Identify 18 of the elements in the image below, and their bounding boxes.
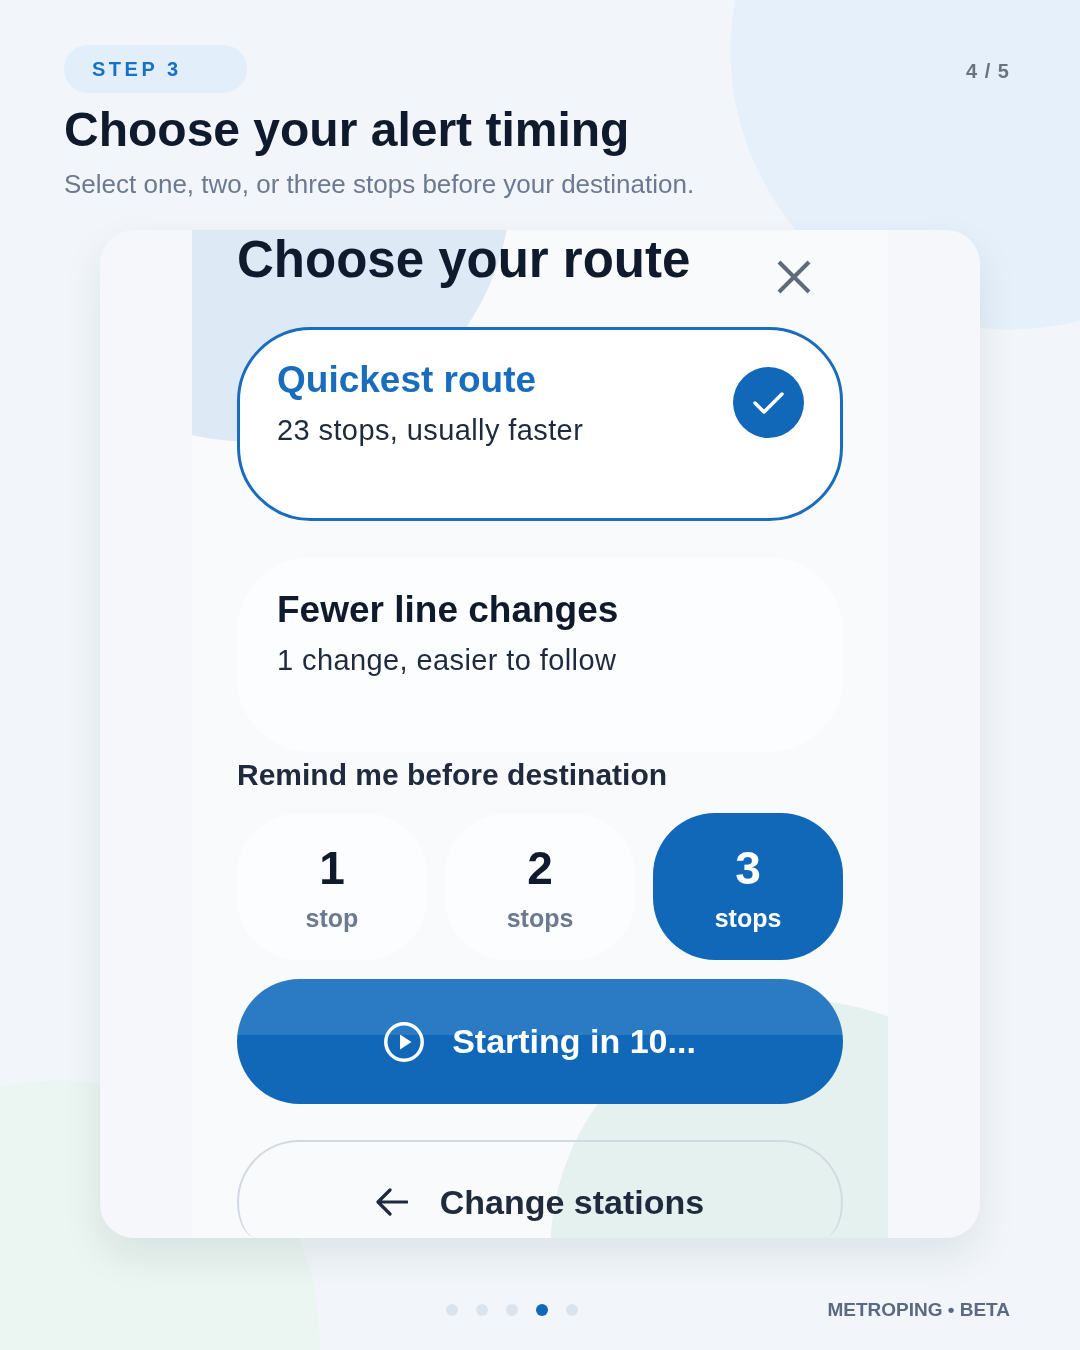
reminder-label: Remind me before destination [237, 758, 669, 792]
stop-count-option[interactable]: 2 stops [445, 813, 635, 960]
dialog-title: Choose your route [237, 230, 691, 290]
play-icon [384, 1021, 425, 1062]
stop-count-option[interactable]: 3 stops [653, 813, 843, 960]
page-title: Choose your alert timing [64, 102, 631, 158]
close-icon [776, 259, 812, 295]
route-option[interactable]: Quickest route 23 stops, usually faster [237, 327, 843, 521]
page-subtitle: Select one, two, or three stops before your destination. [64, 169, 696, 199]
route-option[interactable]: Fewer line changes 1 change, easier to follow [237, 557, 843, 752]
close-button[interactable] [776, 259, 812, 295]
page-counter: 4 / 5 [966, 58, 1010, 83]
check-icon [733, 367, 804, 438]
stop-count-option[interactable]: 1 stop [237, 813, 427, 960]
brand-label: METROPING • BETA [827, 1299, 1010, 1321]
step-badge: STEP 3 [64, 45, 247, 93]
back-arrow-icon [375, 1188, 408, 1216]
start-button[interactable]: Starting in 10... [237, 979, 843, 1104]
